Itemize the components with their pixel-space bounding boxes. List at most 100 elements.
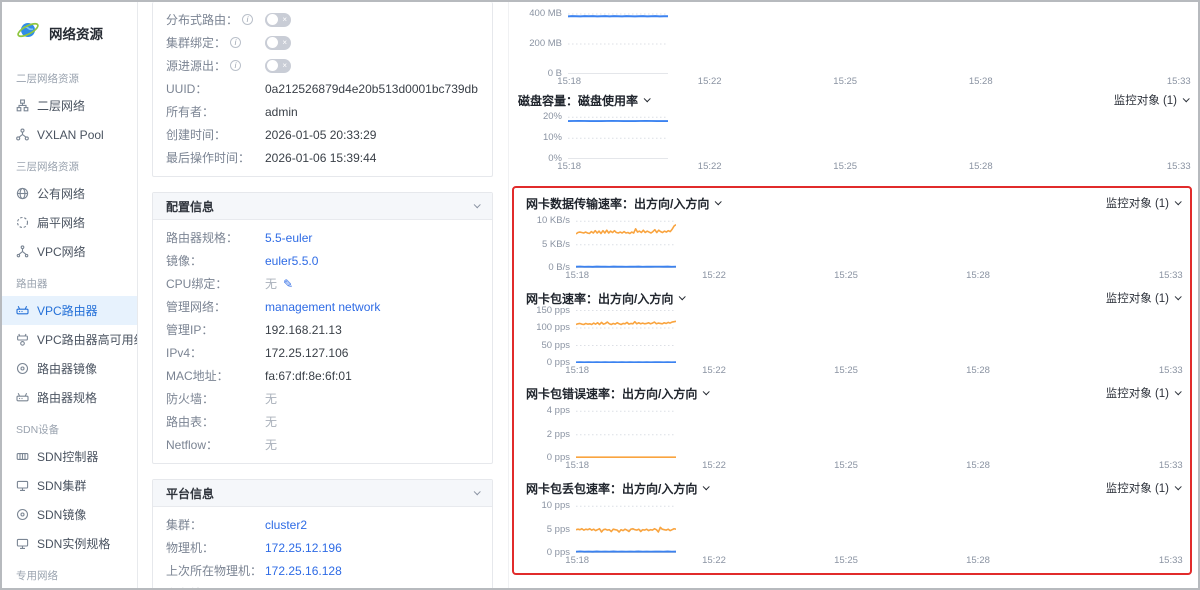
x-axis: 15:1815:2215:2515:2815:33	[576, 459, 1176, 473]
toggle-switch-off[interactable]: ×	[265, 36, 291, 50]
chart-plot: 150 pps100 pps50 pps0 pps	[520, 307, 1184, 363]
value-link[interactable]: 5.5-euler	[265, 231, 312, 245]
sidebar-item-sdn-controller[interactable]: SDN控制器	[2, 442, 137, 471]
y-axis-label: 0 B	[512, 68, 562, 79]
section-header[interactable]: 平台信息	[153, 480, 492, 507]
info-label: 创建时间：	[166, 126, 265, 143]
dashed-circle-icon	[16, 216, 29, 229]
x-axis-label: 15:25	[833, 161, 857, 172]
chevron-down-icon	[1175, 483, 1182, 490]
info-label: MAC地址：	[166, 367, 265, 384]
info-row: 主存储：local	[153, 582, 492, 588]
info-icon: i	[230, 37, 241, 48]
section-title: 配置信息	[166, 198, 214, 215]
x-axis-label: 15:33	[1159, 365, 1183, 376]
detail-panel: 分布式路由：i×集群绑定：i×源进源出：i×UUID：0a212526879d4…	[138, 2, 508, 588]
info-value: 5.5-euler	[265, 231, 312, 245]
info-label: 源进源出：i	[166, 57, 265, 74]
info-row: 最后操作时间：2026-01-06 15:39:44	[153, 146, 492, 169]
chart-nic-errors: 网卡包错误速率：出方向/入方向监控对象 (1)4 pps2 pps0 pps15…	[514, 384, 1190, 473]
toggle-switch-off[interactable]: ×	[265, 59, 291, 73]
value-link[interactable]: 172.25.16.128	[265, 564, 342, 578]
y-axis-label: 200 MB	[512, 38, 562, 49]
monitor-target-dropdown[interactable]: 监控对象 (1)	[1106, 290, 1180, 306]
value-link[interactable]: euler5.5.0	[265, 254, 318, 268]
chart-title-dropdown[interactable]: 磁盘容量：磁盘使用率	[518, 92, 649, 109]
card-配置信息: 配置信息路由器规格：5.5-euler镜像：euler5.5.0CPU绑定：无✎…	[152, 192, 493, 464]
sidebar-item-public-network[interactable]: 公有网络	[2, 179, 137, 208]
chart-canvas	[576, 307, 676, 363]
charts-panel: 400 MB200 MB0 B 15:1815:2215:2515:2815:33…	[508, 2, 1198, 588]
section-header[interactable]: 配置信息	[153, 193, 492, 220]
x-axis: 15:1815:2215:2515:2815:33	[576, 364, 1176, 378]
branch-icon	[16, 128, 29, 141]
sidebar-item-label: VXLAN Pool	[37, 128, 104, 142]
sidebar-item-l2-network[interactable]: 二层网络	[2, 91, 137, 120]
monitor-target-dropdown[interactable]: 监控对象 (1)	[1106, 195, 1180, 211]
info-value: 0a212526879d4e20b513d0001bc739db	[265, 82, 478, 96]
sidebar-item-router-image[interactable]: 路由器镜像	[2, 354, 137, 383]
info-row: 镜像：euler5.5.0	[153, 249, 492, 272]
x-axis-label: 15:28	[969, 76, 993, 87]
y-axis-label: 50 pps	[520, 340, 570, 351]
sidebar-item-label: SDN控制器	[37, 448, 98, 465]
x-axis-label: 15:22	[702, 555, 726, 566]
info-label: 镜像：	[166, 252, 265, 269]
value-link[interactable]: management network	[265, 300, 380, 314]
info-row: Netflow：无	[153, 433, 492, 456]
chart-title-dropdown[interactable]: 网卡包错误速率：出方向/入方向	[526, 385, 708, 402]
info-row: 创建时间：2026-01-05 20:33:29	[153, 123, 492, 146]
value-link[interactable]: local	[265, 587, 290, 589]
monitor-icon	[16, 537, 29, 550]
chart-canvas	[568, 2, 668, 74]
sidebar-item-vpc-network[interactable]: VPC网络	[2, 237, 137, 266]
info-value: 无	[265, 390, 277, 407]
info-value: 无	[265, 436, 277, 453]
sidebar-item-vxlan-pool[interactable]: VXLAN Pool	[2, 120, 137, 149]
info-value: euler5.5.0	[265, 254, 318, 268]
value-link[interactable]: 172.25.12.196	[265, 541, 342, 555]
sidebar-item-router-spec[interactable]: 路由器规格	[2, 383, 137, 412]
chevron-down-icon	[1175, 388, 1182, 395]
sidebar-section-label: 三层网络资源	[2, 149, 137, 179]
info-row: 管理IP：192.168.21.13	[153, 318, 492, 341]
sidebar-item-vpc-router-ha-group[interactable]: VPC路由器高可用组	[2, 325, 137, 354]
info-row: 源进源出：i×	[153, 54, 492, 77]
info-row: IPv4：172.25.127.106	[153, 341, 492, 364]
info-row: 管理网络：management network	[153, 295, 492, 318]
chart-canvas	[576, 212, 676, 268]
y-axis-label: 5 KB/s	[520, 239, 570, 250]
chart-plot: 400 MB200 MB0 B	[512, 2, 1192, 74]
monitor-target-dropdown[interactable]: 监控对象 (1)	[1106, 480, 1180, 496]
chart-title-dropdown[interactable]: 网卡数据传输速率：出方向/入方向	[526, 195, 720, 212]
x-axis-label: 15:22	[702, 365, 726, 376]
info-label: 主存储：	[166, 585, 265, 588]
sidebar-item-sdn-cluster[interactable]: SDN集群	[2, 471, 137, 500]
chart-canvas	[568, 109, 668, 159]
info-row: 防火墙：无	[153, 387, 492, 410]
edit-icon[interactable]: ✎	[283, 277, 293, 291]
x-axis-label: 15:33	[1159, 555, 1183, 566]
info-row: 上次所在物理机：172.25.16.128	[153, 559, 492, 582]
sidebar-item-vpc-router[interactable]: VPC路由器	[2, 296, 137, 325]
chevron-down-icon	[715, 198, 722, 205]
monitor-target-dropdown[interactable]: 监控对象 (1)	[1106, 385, 1180, 401]
y-axis-label: 150 pps	[520, 305, 570, 316]
target-icon	[16, 362, 29, 375]
info-row: MAC地址：fa:67:df:8e:6f:01	[153, 364, 492, 387]
toggle-switch-off[interactable]: ×	[265, 13, 291, 27]
y-axis-label: 10 KB/s	[520, 215, 570, 226]
y-axis-label: 10%	[512, 132, 562, 143]
sidebar-item-sdn-image[interactable]: SDN镜像	[2, 500, 137, 529]
chevron-down-icon	[703, 483, 710, 490]
chart-title-dropdown[interactable]: 网卡包丢包速率：出方向/入方向	[526, 480, 708, 497]
section-title: 平台信息	[166, 485, 214, 502]
y-axis-label: 0 pps	[520, 547, 570, 558]
monitor-target-dropdown[interactable]: 监控对象 (1)	[1114, 92, 1188, 108]
sidebar-item-flat-network[interactable]: 扁平网络	[2, 208, 137, 237]
info-row: 物理机：172.25.12.196	[153, 536, 492, 559]
sidebar-section-label: 路由器	[2, 266, 137, 296]
sidebar-item-sdn-instance-spec[interactable]: SDN实例规格	[2, 529, 137, 558]
info-value: 无	[265, 413, 277, 430]
value-link[interactable]: cluster2	[265, 518, 307, 532]
